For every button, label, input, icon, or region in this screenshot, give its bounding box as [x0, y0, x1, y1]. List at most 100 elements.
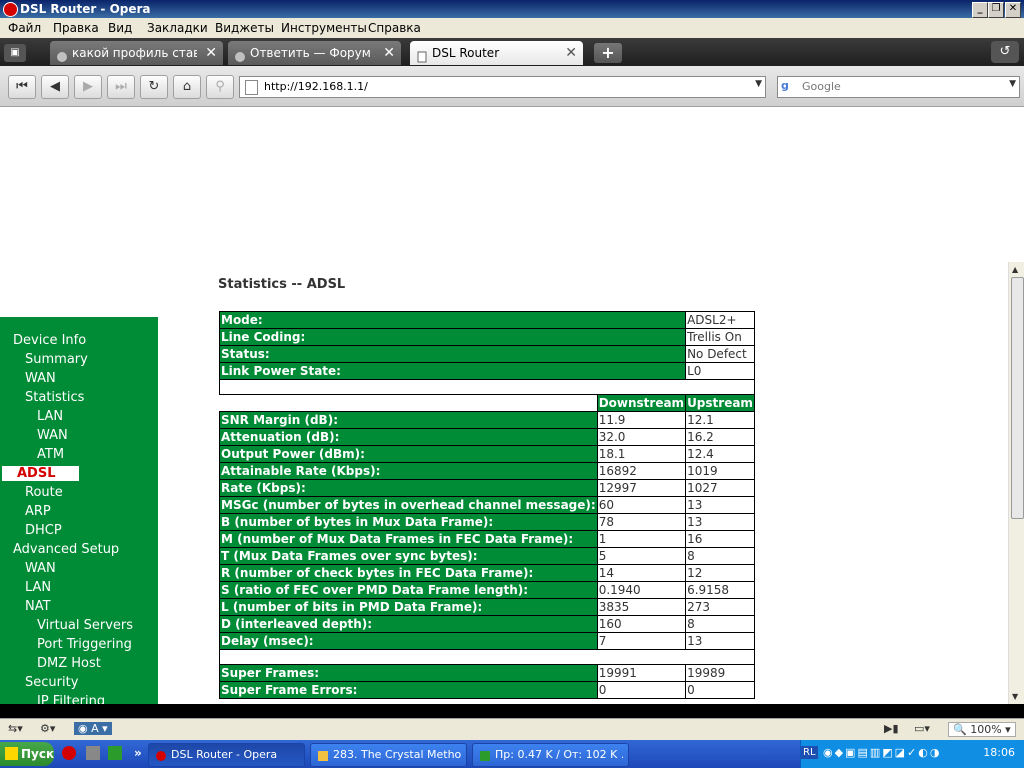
chevron-right-icon[interactable]: » — [134, 746, 142, 760]
menu-item-summary[interactable]: Summary — [25, 352, 88, 367]
reload-button[interactable]: ↻ — [140, 75, 168, 99]
table-row: Link Power State: L0 — [218, 362, 755, 380]
row-label: MSGc (number of bytes in overhead channe… — [219, 496, 598, 514]
downstream-value: 60 — [596, 496, 687, 514]
rewind-button[interactable]: ⏮ — [8, 75, 36, 99]
menu-item-virtual-servers[interactable]: Virtual Servers — [37, 618, 133, 633]
menu-item-stats-lan[interactable]: LAN — [37, 409, 63, 424]
close-button[interactable]: ✕ — [1005, 2, 1021, 18]
title-bar: DSL Router - Opera _ ❐ ✕ — [0, 0, 1024, 18]
menu-bar: Файл Правка Вид Закладки Виджеты Инструм… — [0, 18, 1024, 39]
row-label: Rate (Kbps): — [219, 479, 598, 497]
search-field[interactable]: g Google ▼ — [777, 76, 1020, 98]
table-row: MSGc (number of bytes in overhead channe… — [219, 496, 755, 514]
row-label: Line Coding: — [218, 328, 687, 346]
address-bar[interactable]: http://192.168.1.1/ ▼ — [239, 76, 766, 98]
menu-widgets[interactable]: Виджеты — [215, 21, 274, 35]
vertical-scrollbar[interactable]: ▲ ▼ — [1008, 262, 1024, 704]
menu-item-advanced-setup[interactable]: Advanced Setup — [13, 542, 119, 557]
row-label: D (interleaved depth): — [219, 615, 598, 633]
menu-file[interactable]: Файл — [8, 21, 41, 35]
utorrent-quicklaunch-icon[interactable] — [108, 746, 122, 760]
scroll-down-icon[interactable]: ▼ — [1012, 692, 1018, 701]
home-button[interactable]: ⌂ — [173, 75, 201, 99]
menu-item-stats-wan[interactable]: WAN — [37, 428, 68, 443]
task-player[interactable]: 283. The Crystal Method… — [310, 743, 467, 767]
menu-item-dmz-host[interactable]: DMZ Host — [37, 656, 101, 671]
menu-item-route[interactable]: Route — [25, 485, 63, 500]
chevron-down-icon[interactable]: ▼ — [755, 79, 762, 89]
menu-item-statistics[interactable]: Statistics — [25, 390, 84, 405]
task-torrent[interactable]: Пр: 0.47 K / От: 102 K … — [472, 743, 629, 767]
upstream-value: 0 — [685, 681, 755, 699]
back-button[interactable]: ◀ — [41, 75, 69, 99]
tab-bar: ▣ какой профиль ставит… ✕ Ответить — Фор… — [0, 38, 1024, 66]
row-label: Mode: — [218, 311, 687, 329]
close-tab-icon[interactable]: ✕ — [565, 41, 577, 65]
minimize-button[interactable]: _ — [972, 2, 988, 18]
task-opera[interactable]: DSL Router - Opera — [148, 743, 305, 767]
forum-icon — [56, 47, 68, 62]
chevron-down-icon[interactable]: ▼ — [1009, 79, 1016, 89]
close-tab-icon[interactable]: ✕ — [383, 41, 395, 65]
panel-icon[interactable]: ▶▮ — [884, 722, 899, 735]
tab-1[interactable]: какой профиль ставит… ✕ — [50, 41, 223, 65]
row-value: No Defect — [685, 345, 755, 363]
table-header-row: Downstream Upstream — [219, 394, 755, 412]
forward-button[interactable]: ▶ — [74, 75, 102, 99]
menu-item-adv-lan[interactable]: LAN — [25, 580, 51, 595]
zoom-level: 100% — [970, 723, 1002, 736]
turbo-icon[interactable]: ◉ A ▾ — [74, 722, 112, 735]
unite-icon[interactable]: ⚙▾ — [40, 722, 55, 735]
wand-button[interactable]: ⚲ — [206, 75, 234, 99]
table-spacer-row — [219, 649, 755, 665]
menu-item-stats-atm[interactable]: ATM — [37, 447, 64, 462]
menu-bookmarks[interactable]: Закладки — [147, 21, 208, 35]
scroll-up-icon[interactable]: ▲ — [1012, 265, 1018, 274]
tray-icons[interactable]: ◉◆▣▤▥◩◪✓◐◑ — [823, 746, 941, 759]
table-row: Rate (Kbps): 12997 1027 — [219, 479, 755, 497]
trash-icon[interactable]: ↺ — [991, 41, 1019, 63]
app-quicklaunch-icon[interactable] — [86, 746, 100, 760]
menu-edit[interactable]: Правка — [53, 21, 99, 35]
menu-item-nat[interactable]: NAT — [25, 599, 51, 614]
menu-item-stats-adsl-active[interactable]: ADSL — [2, 466, 79, 481]
menu-item-port-triggering[interactable]: Port Triggering — [37, 637, 132, 652]
maximize-button[interactable]: ❐ — [988, 2, 1004, 18]
menu-item-adv-wan[interactable]: WAN — [25, 561, 56, 576]
scrollbar-thumb[interactable] — [1011, 277, 1024, 519]
menu-item-wan[interactable]: WAN — [25, 371, 56, 386]
panel-toggle-button[interactable]: ▣ — [4, 44, 26, 62]
opera-quicklaunch-icon[interactable] — [62, 746, 76, 760]
menu-item-ip-filtering[interactable]: IP Filtering — [37, 694, 105, 704]
view-icon[interactable]: ▭▾ — [914, 722, 930, 735]
tab-label: какой профиль ставит… — [72, 46, 197, 60]
page-title: Statistics -- ADSL — [218, 277, 346, 292]
downstream-value: 32.0 — [596, 428, 687, 446]
start-button[interactable]: Пуск — [0, 742, 54, 766]
google-icon: g — [781, 79, 789, 92]
new-tab-button[interactable]: + — [594, 43, 622, 63]
row-label: R (number of check bytes in FEC Data Fra… — [219, 564, 598, 582]
menu-help[interactable]: Справка — [368, 21, 421, 35]
tab-3-active[interactable]: DSL Router ✕ — [410, 41, 583, 65]
table-row: Attainable Rate (Kbps): 16892 1019 — [219, 462, 755, 480]
sync-icon[interactable]: ⇆▾ — [8, 722, 23, 735]
menu-view[interactable]: Вид — [108, 21, 132, 35]
tab-2[interactable]: Ответить — Форум АД… ✕ — [228, 41, 401, 65]
menu-item-security[interactable]: Security — [25, 675, 78, 690]
menu-tools[interactable]: Инструменты — [281, 21, 367, 35]
close-tab-icon[interactable]: ✕ — [205, 41, 217, 65]
downstream-value: 19991 — [596, 664, 687, 682]
fast-forward-button[interactable]: ⏭ — [107, 75, 135, 99]
menu-item-arp[interactable]: ARP — [25, 504, 51, 519]
menu-item-device-info[interactable]: Device Info — [13, 333, 86, 348]
zoom-control[interactable]: 🔍 100% ▾ — [948, 722, 1016, 737]
row-label: B (number of bytes in Mux Data Frame): — [219, 513, 598, 531]
menu-item-dhcp[interactable]: DHCP — [25, 523, 62, 538]
table-row: Mode: ADSL2+ — [218, 311, 755, 329]
downstream-value: 0.1940 — [596, 581, 687, 599]
row-label: Super Frames: — [219, 664, 598, 682]
taskbar: Пуск » DSL Router - Opera 283. The Cryst… — [0, 740, 1024, 768]
language-indicator[interactable]: RL — [801, 746, 818, 759]
